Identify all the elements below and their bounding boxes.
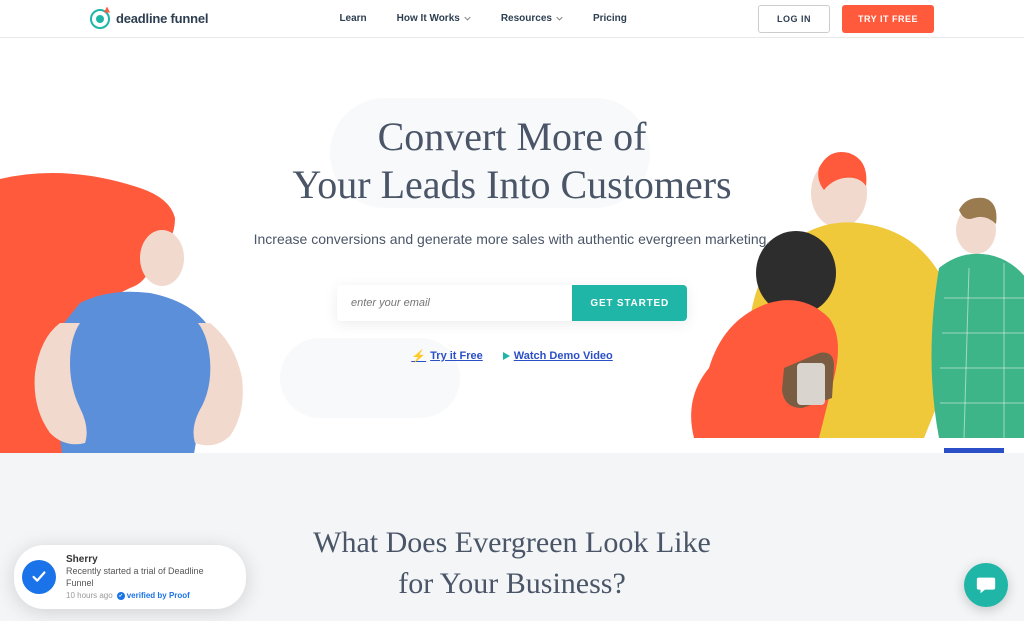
nav-pricing[interactable]: Pricing	[593, 13, 627, 24]
logo-text: deadline funnel	[116, 11, 208, 26]
section2-title-line1: What Does Evergreen Look Like	[313, 526, 711, 559]
hero-title-line1: Convert More of	[378, 114, 647, 159]
email-form-row: GET STARTED	[0, 285, 1024, 321]
email-form: GET STARTED	[337, 285, 687, 321]
header: deadline funnel Learn How It Works Resou…	[0, 0, 1024, 38]
nav-learn[interactable]: Learn	[339, 13, 366, 24]
hero-subtitle: Increase conversions and generate more s…	[0, 231, 1024, 247]
proof-message: Recently started a trial of Deadline Fun…	[66, 566, 228, 589]
hero-links: ⚡ Try it Free Watch Demo Video	[0, 349, 1024, 363]
chat-launcher[interactable]	[964, 563, 1008, 607]
proof-meta: 10 hours ago verified by Proof	[66, 591, 228, 601]
nav-label: How It Works	[397, 13, 460, 24]
try-free-link-label: Try it Free	[430, 350, 483, 362]
nav-label: Resources	[501, 13, 552, 24]
login-button[interactable]: LOG IN	[758, 5, 830, 33]
check-circle-icon	[22, 560, 56, 594]
nav: Learn How It Works Resources Pricing	[339, 13, 626, 24]
chevron-down-icon	[464, 15, 471, 22]
proof-name: Sherry	[66, 553, 228, 566]
check-badge-icon	[117, 592, 125, 600]
chat-icon	[975, 574, 997, 596]
social-proof-toast[interactable]: Sherry Recently started a trial of Deadl…	[14, 545, 246, 609]
watch-demo-link[interactable]: Watch Demo Video	[503, 350, 613, 362]
email-input[interactable]	[337, 285, 572, 321]
hero-title: Convert More of Your Leads Into Customer…	[0, 113, 1024, 209]
nav-label: Learn	[339, 13, 366, 24]
proof-verified: verified by Proof	[117, 591, 190, 601]
try-free-link[interactable]: ⚡ Try it Free	[411, 349, 483, 363]
play-icon	[503, 352, 510, 360]
nav-label: Pricing	[593, 13, 627, 24]
nav-resources[interactable]: Resources	[501, 13, 563, 24]
get-started-button[interactable]: GET STARTED	[572, 285, 687, 321]
watch-demo-link-label: Watch Demo Video	[514, 350, 613, 362]
header-actions: LOG IN TRY IT FREE	[758, 5, 934, 33]
logo-icon	[90, 9, 110, 29]
bolt-icon: ⚡	[411, 349, 426, 363]
hero-section: Convert More of Your Leads Into Customer…	[0, 38, 1024, 453]
proof-verified-label: verified by Proof	[127, 591, 190, 601]
chevron-down-icon	[556, 15, 563, 22]
proof-time: 10 hours ago	[66, 591, 113, 601]
proof-body: Sherry Recently started a trial of Deadl…	[66, 553, 228, 601]
try-free-button[interactable]: TRY IT FREE	[842, 5, 934, 33]
hero-title-line2: Your Leads Into Customers	[292, 162, 731, 207]
logo[interactable]: deadline funnel	[90, 9, 208, 29]
header-inner: deadline funnel Learn How It Works Resou…	[82, 5, 942, 33]
section2-title-line2: for Your Business?	[398, 567, 626, 600]
hero-content: Convert More of Your Leads Into Customer…	[0, 38, 1024, 363]
nav-how-it-works[interactable]: How It Works	[397, 13, 471, 24]
